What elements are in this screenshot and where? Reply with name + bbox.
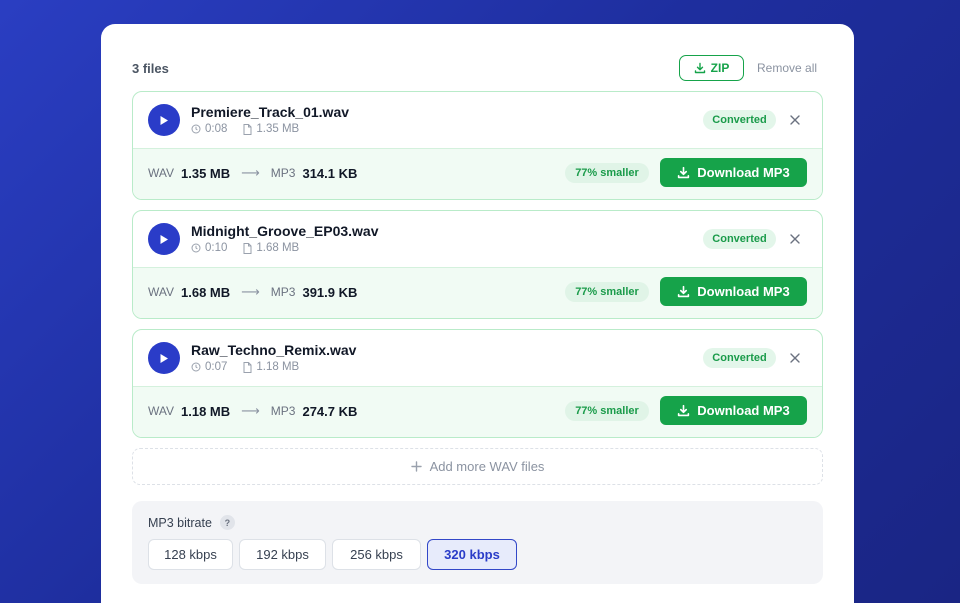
play-button[interactable] bbox=[148, 223, 180, 255]
file-meta: 0:07 1.18 MB bbox=[191, 361, 299, 373]
clock-icon bbox=[191, 124, 201, 134]
download-label: Download MP3 bbox=[697, 165, 790, 180]
conversion-summary: WAV 1.35 MB ⟶ MP3 314.1 KB bbox=[148, 165, 357, 181]
file-count: 3 files bbox=[132, 61, 169, 76]
target-size: 274.7 KB bbox=[302, 403, 358, 419]
play-icon bbox=[160, 234, 168, 244]
download-mp3-button[interactable]: Download MP3 bbox=[660, 396, 807, 425]
download-icon bbox=[678, 166, 690, 179]
file-meta: 0:08 1.35 MB bbox=[191, 123, 299, 135]
help-icon[interactable]: ? bbox=[219, 515, 235, 530]
file-name: Raw_Techno_Remix.wav bbox=[191, 342, 357, 358]
source-size: 1.18 MB bbox=[181, 403, 231, 419]
target-size: 314.1 KB bbox=[302, 165, 358, 181]
file-card-header: Premiere_Track_01.wav 0:08 1.35 MB Conve… bbox=[133, 92, 822, 149]
target-format: MP3 bbox=[270, 285, 296, 299]
file-name: Premiere_Track_01.wav bbox=[191, 104, 350, 120]
source-size: 1.68 MB bbox=[181, 284, 231, 300]
download-mp3-button[interactable]: Download MP3 bbox=[660, 158, 807, 187]
download-zip-button[interactable]: ZIP bbox=[679, 55, 744, 81]
file-card: Raw_Techno_Remix.wav 0:07 1.18 MB Conver… bbox=[132, 329, 823, 438]
plus-icon bbox=[410, 461, 422, 472]
file-duration: 0:08 bbox=[205, 123, 228, 135]
remove-all-button[interactable]: Remove all bbox=[757, 61, 817, 75]
close-icon bbox=[790, 115, 800, 125]
arrow-right-icon: ⟶ bbox=[241, 284, 260, 299]
close-icon bbox=[790, 353, 800, 363]
add-more-label: Add more WAV files bbox=[429, 459, 545, 474]
remove-file-button[interactable] bbox=[787, 350, 803, 366]
download-mp3-button[interactable]: Download MP3 bbox=[660, 277, 807, 306]
size-reduction-badge: 77% smaller bbox=[565, 401, 649, 421]
file-card: Midnight_Groove_EP03.wav 0:10 1.68 MB Co… bbox=[132, 210, 823, 319]
status-badge: Converted bbox=[703, 110, 776, 130]
file-list-header: 3 files ZIP Remove all bbox=[132, 54, 823, 82]
bitrate-option-256[interactable]: 256 kbps bbox=[332, 539, 421, 570]
file-icon bbox=[243, 361, 252, 373]
close-icon bbox=[790, 234, 800, 244]
download-label: Download MP3 bbox=[697, 403, 790, 418]
bitrate-heading: MP3 bitrate ? bbox=[148, 515, 235, 530]
arrow-right-icon: ⟶ bbox=[241, 403, 260, 418]
status-badge: Converted bbox=[703, 348, 776, 368]
zip-label: ZIP bbox=[710, 61, 730, 75]
download-icon bbox=[678, 404, 690, 417]
status-badge: Converted bbox=[703, 229, 776, 249]
file-name: Midnight_Groove_EP03.wav bbox=[191, 223, 379, 239]
file-icon bbox=[243, 123, 252, 135]
file-card-header: Midnight_Groove_EP03.wav 0:10 1.68 MB Co… bbox=[133, 211, 822, 268]
size-reduction-badge: 77% smaller bbox=[565, 163, 649, 183]
size-reduction-badge: 77% smaller bbox=[565, 282, 649, 302]
add-more-files-button[interactable]: Add more WAV files bbox=[132, 448, 823, 485]
file-size: 1.35 MB bbox=[256, 123, 300, 135]
conversion-summary: WAV 1.18 MB ⟶ MP3 274.7 KB bbox=[148, 403, 357, 419]
file-card: Premiere_Track_01.wav 0:08 1.35 MB Conve… bbox=[132, 91, 823, 200]
file-icon bbox=[243, 242, 252, 254]
file-meta: 0:10 1.68 MB bbox=[191, 242, 299, 254]
file-card-header: Raw_Techno_Remix.wav 0:07 1.18 MB Conver… bbox=[133, 330, 822, 387]
target-format: MP3 bbox=[270, 166, 296, 180]
file-duration: 0:07 bbox=[205, 361, 228, 373]
file-size: 1.18 MB bbox=[256, 361, 300, 373]
target-format: MP3 bbox=[270, 404, 296, 418]
bitrate-label: MP3 bitrate bbox=[148, 515, 212, 530]
remove-file-button[interactable] bbox=[787, 112, 803, 128]
bitrate-option-128[interactable]: 128 kbps bbox=[148, 539, 233, 570]
bitrate-option-320[interactable]: 320 kbps bbox=[427, 539, 517, 570]
file-duration: 0:10 bbox=[205, 242, 228, 254]
download-icon bbox=[694, 62, 705, 74]
play-button[interactable] bbox=[148, 342, 180, 374]
remove-file-button[interactable] bbox=[787, 231, 803, 247]
clock-icon bbox=[191, 362, 201, 372]
conversion-summary: WAV 1.68 MB ⟶ MP3 391.9 KB bbox=[148, 284, 357, 300]
source-format: WAV bbox=[148, 166, 174, 180]
conversion-row: WAV 1.18 MB ⟶ MP3 274.7 KB 77% smaller D… bbox=[133, 387, 822, 437]
play-icon bbox=[160, 353, 168, 363]
conversion-row: WAV 1.68 MB ⟶ MP3 391.9 KB 77% smaller D… bbox=[133, 268, 822, 318]
arrow-right-icon: ⟶ bbox=[241, 165, 260, 180]
clock-icon bbox=[191, 243, 201, 253]
download-icon bbox=[678, 285, 690, 298]
bitrate-selector: MP3 bitrate ? 128 kbps 192 kbps 256 kbps… bbox=[132, 501, 823, 584]
download-label: Download MP3 bbox=[697, 284, 790, 299]
bitrate-option-192[interactable]: 192 kbps bbox=[239, 539, 326, 570]
converter-panel: 3 files ZIP Remove all Premiere_Track_01… bbox=[101, 24, 854, 603]
play-button[interactable] bbox=[148, 104, 180, 136]
source-format: WAV bbox=[148, 285, 174, 299]
conversion-row: WAV 1.35 MB ⟶ MP3 314.1 KB 77% smaller D… bbox=[133, 149, 822, 199]
source-size: 1.35 MB bbox=[181, 165, 231, 181]
source-format: WAV bbox=[148, 404, 174, 418]
target-size: 391.9 KB bbox=[302, 284, 358, 300]
play-icon bbox=[160, 115, 168, 125]
file-size: 1.68 MB bbox=[256, 242, 300, 254]
